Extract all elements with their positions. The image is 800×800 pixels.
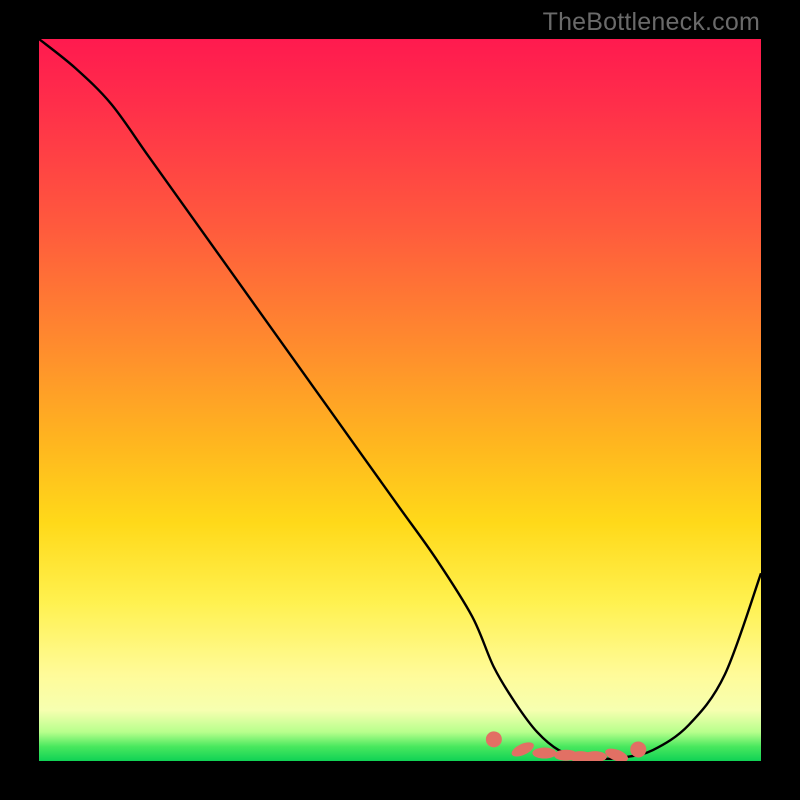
watermark-text: TheBottleneck.com [543, 8, 760, 37]
optimum-markers [483, 728, 650, 761]
bottleneck-curve [39, 39, 761, 759]
optimum-marker [532, 748, 556, 759]
optimum-marker [510, 739, 536, 759]
chart-frame: TheBottleneck.com [0, 0, 800, 800]
curve-layer [39, 39, 761, 761]
optimum-marker [483, 728, 505, 750]
plot-area [39, 39, 761, 761]
